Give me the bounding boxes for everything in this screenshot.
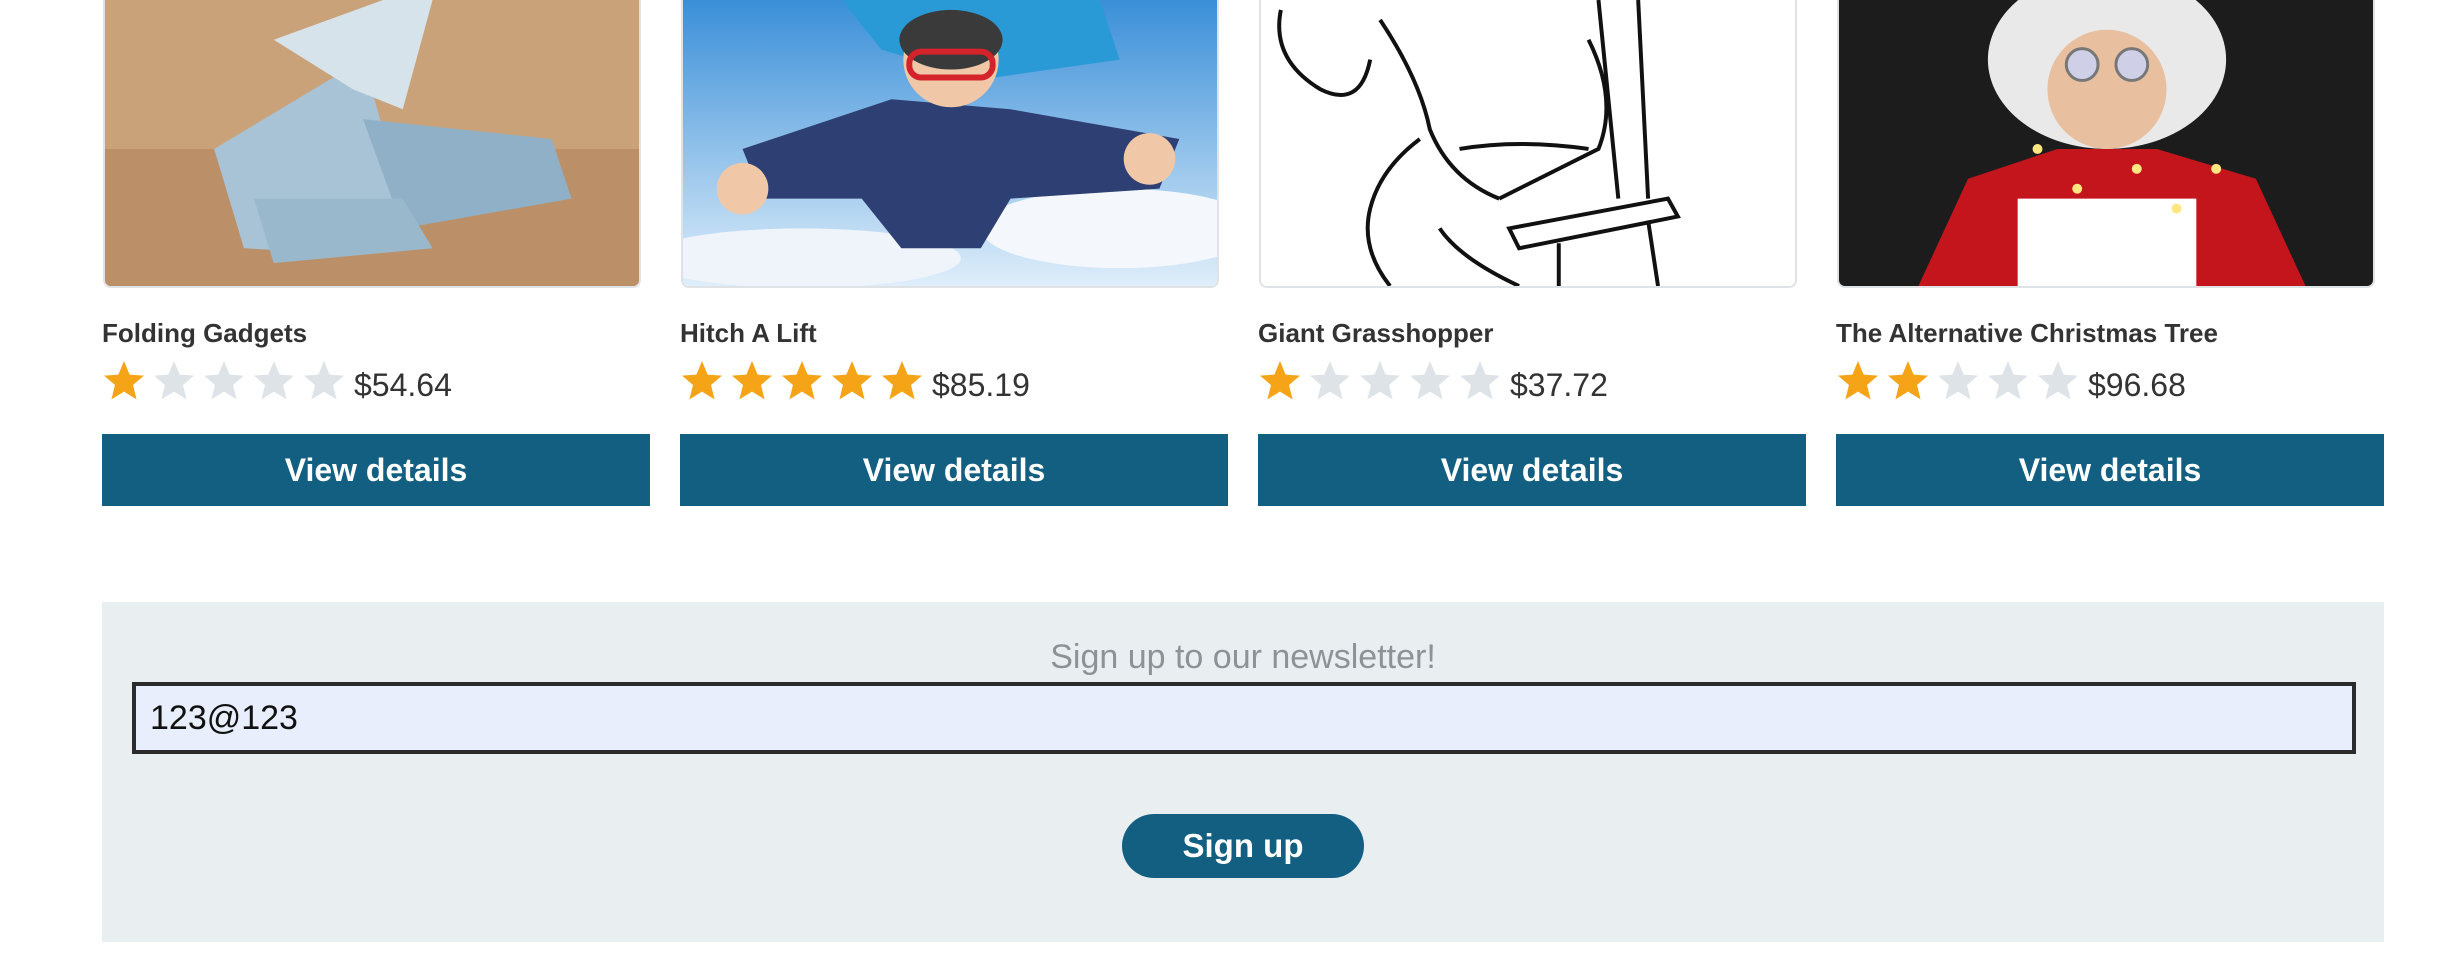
- product-price: $85.19: [932, 366, 1030, 403]
- product-image-origami[interactable]: [103, 0, 641, 288]
- star-empty-icon: [302, 359, 346, 403]
- star-filled-icon: [680, 359, 724, 403]
- sign-up-button[interactable]: Sign up: [1122, 814, 1364, 878]
- star-empty-icon: [2036, 359, 2080, 403]
- view-details-button[interactable]: View details: [1258, 434, 1806, 506]
- star-empty-icon: [1408, 359, 1452, 403]
- star-filled-icon: [1836, 359, 1880, 403]
- product-name[interactable]: The Alternative Christmas Tree: [1836, 318, 2384, 349]
- product-name[interactable]: Giant Grasshopper: [1258, 318, 1806, 349]
- star-empty-icon: [1936, 359, 1980, 403]
- newsletter-email-input[interactable]: [132, 682, 2356, 754]
- view-details-button[interactable]: View details: [1836, 434, 2384, 506]
- product-rating: $54.64: [102, 356, 452, 406]
- newsletter-title: Sign up to our newsletter!: [1050, 638, 1436, 676]
- star-empty-icon: [1308, 359, 1352, 403]
- star-empty-icon: [1358, 359, 1402, 403]
- newsletter-section: Sign up to our newsletter! Sign up: [102, 602, 2384, 942]
- product-rating: $37.72: [1258, 356, 1608, 406]
- star-filled-icon: [730, 359, 774, 403]
- product-image-skydive[interactable]: [681, 0, 1219, 288]
- star-empty-icon: [1458, 359, 1502, 403]
- product-price: $96.68: [2088, 366, 2186, 403]
- star-filled-icon: [1886, 359, 1930, 403]
- product-rating: $85.19: [680, 356, 1030, 406]
- star-empty-icon: [252, 359, 296, 403]
- star-filled-icon: [102, 359, 146, 403]
- star-empty-icon: [152, 359, 196, 403]
- product-image-grasshopper[interactable]: [1259, 0, 1797, 288]
- view-details-button[interactable]: View details: [102, 434, 650, 506]
- view-details-button[interactable]: View details: [680, 434, 1228, 506]
- star-empty-icon: [202, 359, 246, 403]
- star-filled-icon: [1258, 359, 1302, 403]
- product-image-santa[interactable]: [1837, 0, 2375, 288]
- star-empty-icon: [1986, 359, 2030, 403]
- star-filled-icon: [880, 359, 924, 403]
- product-price: $37.72: [1510, 366, 1608, 403]
- star-filled-icon: [780, 359, 824, 403]
- product-price: $54.64: [354, 366, 452, 403]
- product-grid: Folding Gadgets $54.64 View details Hitc…: [0, 0, 2448, 510]
- product-rating: $96.68: [1836, 356, 2186, 406]
- product-name[interactable]: Hitch A Lift: [680, 318, 1228, 349]
- product-name[interactable]: Folding Gadgets: [102, 318, 650, 349]
- star-filled-icon: [830, 359, 874, 403]
